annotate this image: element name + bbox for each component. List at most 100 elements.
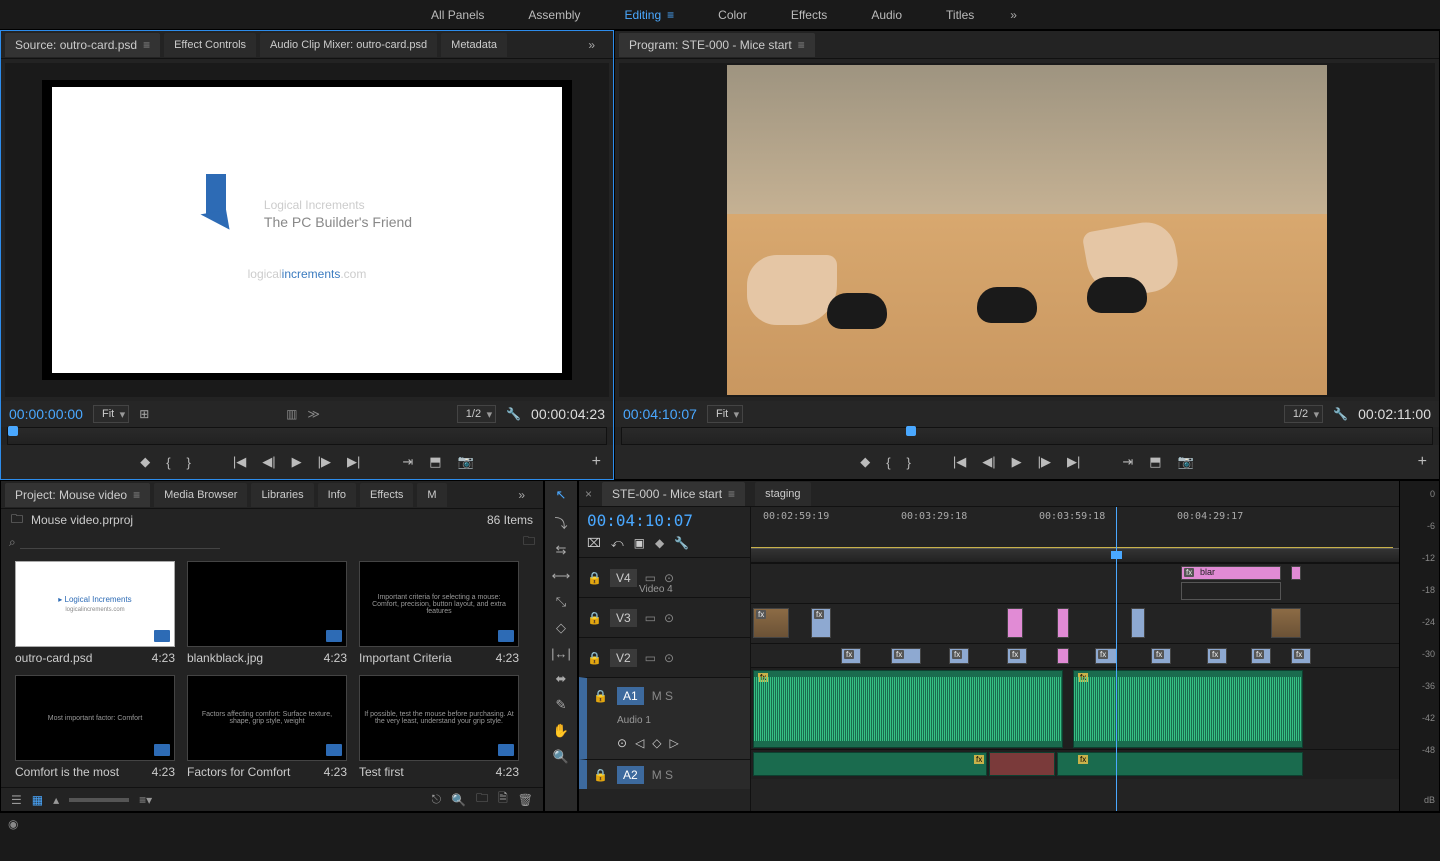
ws-color[interactable]: Color <box>696 0 769 30</box>
metadata-tab[interactable]: Metadata <box>441 33 507 57</box>
step-back-button[interactable]: ◀| <box>982 454 995 470</box>
safe-margins-icon[interactable]: ⊞ <box>139 407 149 421</box>
project-item[interactable]: Factors affecting comfort: Surface textu… <box>187 675 347 779</box>
rolling-edit-tool[interactable]: ⟷ <box>552 568 571 584</box>
lock-icon[interactable]: 🔒 <box>587 571 602 585</box>
clip[interactable] <box>1207 648 1227 664</box>
audio-clip[interactable]: fx <box>1057 752 1303 776</box>
clip[interactable] <box>811 608 831 638</box>
track-label[interactable]: A2 <box>617 766 644 784</box>
bin-icon[interactable]: 🗀 <box>11 510 23 531</box>
step-fwd-button[interactable]: |▶ <box>318 454 331 470</box>
ws-allpanels[interactable]: All Panels <box>409 0 506 30</box>
insert-button[interactable]: ⇥ <box>402 454 413 470</box>
playhead[interactable] <box>1116 507 1117 811</box>
project-search-input[interactable] <box>20 536 220 549</box>
clip[interactable] <box>1007 648 1027 664</box>
go-to-in-button[interactable]: |◀ <box>953 454 966 470</box>
lock-icon[interactable]: 🔒 <box>587 611 602 625</box>
marker-button[interactable]: ◆ <box>140 454 150 470</box>
overwrite-button[interactable]: ⬒ <box>429 454 441 470</box>
mark-out-button[interactable]: } <box>187 455 191 470</box>
project-item[interactable]: Important criteria for selecting a mouse… <box>359 561 519 665</box>
clip[interactable] <box>1007 608 1023 638</box>
step-fwd-button[interactable]: |▶ <box>1038 454 1051 470</box>
pen-tool[interactable]: ✎ <box>556 697 567 713</box>
source-settings-icon[interactable]: 🔧 <box>506 407 521 421</box>
lock-icon[interactable]: 🔒 <box>593 689 608 703</box>
play-button[interactable]: ▶ <box>292 454 302 470</box>
eye-icon[interactable]: ⊙ <box>664 651 674 665</box>
audio-clip[interactable]: fx <box>753 752 987 776</box>
zoom-tool[interactable]: 🔍 <box>553 749 569 765</box>
track-select-tool[interactable]: ⤵ <box>554 513 567 532</box>
sequence-tab[interactable]: STE-000 - Mice start≡ <box>602 482 745 506</box>
sequence-tab-2[interactable]: staging <box>755 482 810 506</box>
list-view-button[interactable]: ☰ <box>11 793 22 807</box>
button-editor[interactable]: + <box>1418 453 1427 471</box>
next-kf[interactable]: ▷ <box>670 736 679 750</box>
source-zoom-select[interactable]: Fit <box>93 405 129 423</box>
track-a1[interactable]: fx fx <box>751 667 1399 749</box>
clip[interactable] <box>1291 648 1311 664</box>
clip[interactable] <box>1057 648 1069 664</box>
go-to-in-button[interactable]: |◀ <box>233 454 246 470</box>
track-label[interactable]: V4 <box>610 569 637 587</box>
selection-tool[interactable]: ↖ <box>556 487 567 503</box>
go-to-out-button[interactable]: ▶| <box>1067 454 1080 470</box>
loop-icon[interactable]: ≫ <box>307 407 320 421</box>
clip[interactable] <box>1131 608 1145 638</box>
libraries-tab[interactable]: Libraries <box>251 483 313 507</box>
mark-in-button[interactable]: { <box>166 455 170 470</box>
lock-icon[interactable]: 🔒 <box>587 651 602 665</box>
ws-audio[interactable]: Audio <box>849 0 924 30</box>
timeline-wrench[interactable]: 🔧 <box>674 536 689 551</box>
track-head-v2[interactable]: 🔒 V2 ▭ ⊙ <box>579 637 750 677</box>
clip[interactable] <box>1095 648 1117 664</box>
audio-clip[interactable]: fx <box>753 670 1063 748</box>
clip[interactable] <box>1151 648 1171 664</box>
keyframe-toggle[interactable]: ⊙ <box>617 736 627 750</box>
clip[interactable] <box>891 648 921 664</box>
slip-tool[interactable]: |↔| <box>551 646 571 661</box>
source-tc-current[interactable]: 00:00:00:00 <box>9 406 83 422</box>
mark-out-button[interactable]: } <box>907 455 911 470</box>
play-button[interactable]: ▶ <box>1012 454 1022 470</box>
track-head-v4[interactable]: 🔒 V4 ▭ ⊙ Video 4 <box>579 557 750 597</box>
button-editor[interactable]: + <box>592 453 601 471</box>
track-label[interactable]: V3 <box>610 609 637 627</box>
snap-toggle[interactable]: ⌧ <box>587 536 601 551</box>
sort-button[interactable]: ≡▾ <box>139 793 152 807</box>
step-back-button[interactable]: ◀| <box>262 454 275 470</box>
audio-clip-mixer-tab[interactable]: Audio Clip Mixer: outro-card.psd <box>260 33 437 57</box>
hand-tool[interactable]: ✋ <box>553 723 569 739</box>
clip[interactable] <box>1271 608 1301 638</box>
markers-tab[interactable]: M <box>417 483 446 507</box>
panel-menu-icon[interactable]: ≡ <box>798 38 805 52</box>
go-to-out-button[interactable]: ▶| <box>347 454 360 470</box>
mute-solo[interactable]: M S <box>652 768 673 782</box>
project-item[interactable]: ▸ Logical Incrementslogicalincrements.co… <box>15 561 175 665</box>
creative-cloud-icon[interactable]: ◉ <box>8 817 18 831</box>
freeform-view-button[interactable]: ▴ <box>53 793 59 807</box>
program-zoom-select[interactable]: Fit <box>707 405 743 423</box>
track-head-v3[interactable]: 🔒 V3 ▭ ⊙ <box>579 597 750 637</box>
clip-thumb[interactable] <box>1181 582 1281 600</box>
clip[interactable] <box>949 648 969 664</box>
track-head-a1[interactable]: 🔒 A1 M S Audio 1 ⊙ ◁ ◇ ▷ <box>579 677 750 759</box>
program-scrubber[interactable] <box>621 427 1433 445</box>
source-tabs-overflow[interactable]: » <box>574 38 609 52</box>
icon-view-button[interactable]: ▦ <box>32 793 43 807</box>
mute-solo[interactable]: M S <box>652 689 673 703</box>
lift-button[interactable]: ⇥ <box>1122 454 1133 470</box>
new-item-button[interactable]: 🗎 <box>498 789 508 810</box>
panel-menu-icon[interactable]: ≡ <box>133 488 140 502</box>
add-kf[interactable]: ◇ <box>652 736 661 750</box>
project-item[interactable]: Most important factor: Comfort Comfort i… <box>15 675 175 779</box>
source-scrubber[interactable] <box>7 427 607 445</box>
clip[interactable] <box>841 648 861 664</box>
toggle-output-icon[interactable]: ▭ <box>645 651 656 665</box>
effects-tab[interactable]: Effects <box>360 483 413 507</box>
audio-clip[interactable] <box>989 752 1055 776</box>
thumb-size-slider[interactable] <box>69 798 129 802</box>
